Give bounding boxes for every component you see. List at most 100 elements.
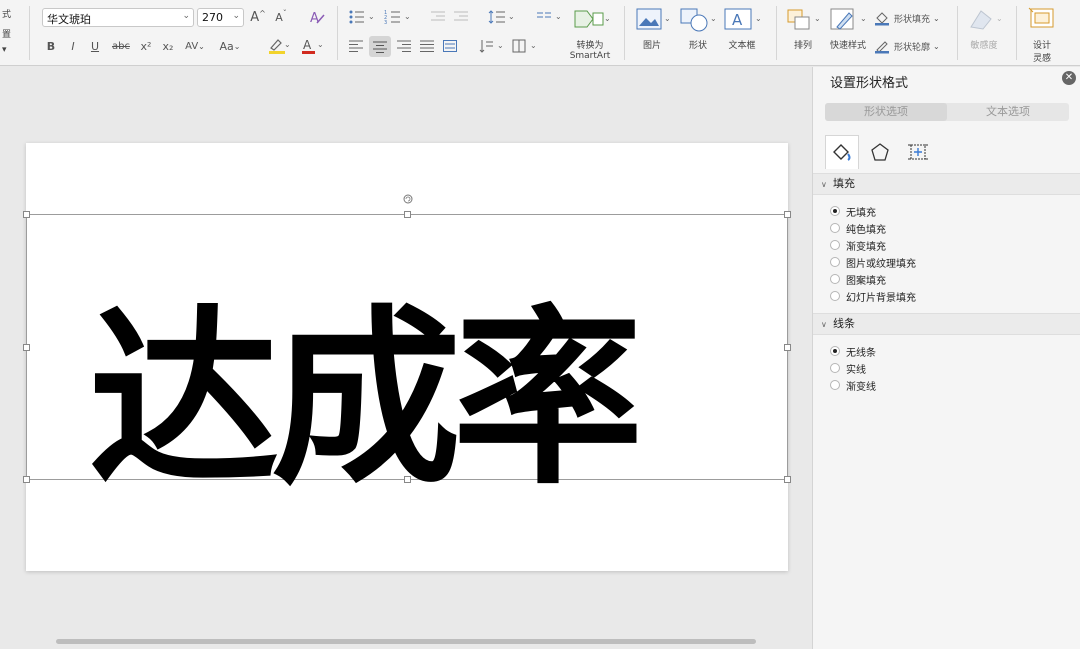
shape-fill-button[interactable]: 形状填充 ⌄ (874, 9, 948, 27)
font-color-button[interactable]: A ⌄ (298, 36, 326, 56)
character-spacing-label: AV (185, 40, 199, 52)
smartart-label[interactable]: 转换为 SmartArt (562, 38, 618, 61)
text-direction-button[interactable]: ⌄ (478, 37, 508, 55)
font-name-dropdown[interactable]: 华文琥珀 ⌄ (42, 8, 194, 27)
font-size-value: 270 (202, 11, 223, 24)
tab-shape-options[interactable]: 形状选项 (825, 103, 947, 121)
highlight-color-button[interactable]: ⌄ (263, 36, 293, 56)
resize-handle-bottom-left[interactable] (23, 476, 30, 483)
fill-line-tab-icon[interactable] (825, 135, 859, 169)
line-option-gradient[interactable]: 渐变线 (830, 377, 876, 393)
radio-button[interactable] (830, 291, 840, 301)
sensitivity-label[interactable]: 敏感度 (966, 38, 1002, 51)
resize-handle-top[interactable] (404, 211, 411, 218)
ribbon-cut-label-3[interactable]: ▾ (2, 45, 7, 55)
bold-button[interactable]: B (44, 38, 58, 54)
line-option-none[interactable]: 无线条 (830, 343, 876, 359)
radio-button[interactable] (830, 240, 840, 250)
line-spacing-button[interactable]: ⌄ (486, 8, 518, 26)
svg-text:A: A (303, 38, 312, 52)
fill-option-background[interactable]: 幻灯片背景填充 (830, 288, 916, 304)
sensitivity-icon[interactable]: ⌄ (966, 6, 1006, 34)
ribbon-cut-label-2[interactable]: 置 (2, 27, 11, 40)
font-size-dropdown[interactable]: 270 ⌄ (197, 8, 244, 27)
fill-option-pattern[interactable]: 图案填充 (830, 271, 886, 287)
radio-button[interactable] (830, 363, 840, 373)
radio-button[interactable] (830, 206, 840, 216)
svg-text:⌄: ⌄ (604, 14, 609, 23)
numbering-button[interactable]: 1 2 3 ⌄ (383, 8, 413, 26)
justify-icon[interactable] (418, 37, 436, 55)
svg-text:⌄: ⌄ (814, 14, 821, 23)
ribbon-cut-label-1[interactable]: 式 (2, 7, 11, 20)
picture-icon[interactable]: ⌄ (634, 6, 674, 34)
slide-title-text[interactable]: 达成率 (89, 305, 643, 495)
svg-text:⌄: ⌄ (860, 14, 867, 23)
shape-icon[interactable]: ⌄ (678, 6, 718, 34)
columns-button[interactable]: ⌄ (533, 8, 565, 26)
quick-style-label[interactable]: 快速样式 (826, 38, 870, 51)
superscript-button[interactable]: x² (138, 38, 154, 54)
radio-button[interactable] (830, 257, 840, 267)
resize-handle-bottom-right[interactable] (784, 476, 791, 483)
radio-button[interactable] (830, 346, 840, 356)
close-icon[interactable]: ✕ (1062, 71, 1076, 85)
distributed-icon[interactable] (441, 37, 459, 55)
radio-button[interactable] (830, 380, 840, 390)
align-center-icon[interactable] (369, 36, 391, 57)
svg-text:⌄: ⌄ (284, 40, 289, 49)
fill-option-none[interactable]: 无填充 (830, 203, 876, 219)
slide[interactable]: 达成率 (23, 143, 791, 571)
italic-button[interactable]: I (66, 38, 80, 54)
align-right-icon[interactable] (395, 37, 413, 55)
fill-section-header[interactable]: ∨ 填充 (813, 173, 1080, 195)
bullets-button[interactable]: ⌄ (347, 8, 377, 26)
arrange-icon[interactable]: ⌄ (784, 6, 824, 34)
resize-handle-right[interactable] (784, 344, 791, 351)
radio-button[interactable] (830, 274, 840, 284)
shape-outline-button[interactable]: 形状轮廓 ⌄ (874, 37, 948, 55)
fill-option-solid[interactable]: 纯色填充 (830, 220, 886, 236)
fill-option-picture[interactable]: 图片或纹理填充 (830, 254, 916, 270)
chevron-down-icon: ⌄ (232, 11, 240, 21)
clear-format-icon[interactable]: A (307, 8, 327, 26)
resize-handle-top-right[interactable] (784, 211, 791, 218)
fill-section-label: 填充 (833, 177, 855, 190)
resize-handle-left[interactable] (23, 344, 30, 351)
decrease-indent-icon[interactable] (428, 8, 448, 26)
shape-label[interactable]: 形状 (682, 38, 714, 51)
svg-text:⌄: ⌄ (664, 14, 671, 23)
horizontal-scrollbar[interactable] (56, 639, 756, 644)
design-ideas-label[interactable]: 设计 灵感 (1026, 38, 1058, 64)
quick-style-icon[interactable]: ⌄ (828, 6, 870, 34)
effects-tab-icon[interactable] (863, 135, 897, 169)
shrink-font-icon[interactable]: Aˇ (272, 8, 290, 26)
strikethrough-button[interactable]: abc (110, 38, 132, 54)
textbox-label[interactable]: 文本框 (724, 38, 760, 51)
increase-indent-icon[interactable] (451, 8, 471, 26)
rotate-handle-icon[interactable] (403, 189, 413, 204)
smartart-label-line1: 转换为 (576, 41, 604, 51)
size-properties-tab-icon[interactable] (901, 135, 935, 169)
grow-font-icon[interactable]: A ^ (249, 8, 267, 26)
arrange-label[interactable]: 排列 (787, 38, 819, 51)
text-box-selection[interactable]: 达成率 (23, 194, 791, 495)
tab-text-options[interactable]: 文本选项 (947, 103, 1069, 121)
fill-option-gradient[interactable]: 渐变填充 (830, 237, 886, 253)
slide-canvas-area[interactable]: 达成率 (0, 67, 812, 649)
line-option-solid[interactable]: 实线 (830, 360, 866, 376)
align-text-button[interactable]: ⌄ (511, 37, 541, 55)
character-spacing-button[interactable]: AV ⌄ (182, 38, 208, 54)
radio-button[interactable] (830, 223, 840, 233)
underline-button[interactable]: U (88, 38, 102, 54)
align-left-icon[interactable] (347, 37, 365, 55)
resize-handle-top-left[interactable] (23, 211, 30, 218)
line-section-header[interactable]: ∨ 线条 (813, 313, 1080, 335)
subscript-button[interactable]: x₂ (160, 38, 176, 54)
smartart-icon[interactable]: ⌄ (572, 6, 610, 32)
textbox-icon[interactable]: A ⌄ (722, 6, 764, 34)
change-case-button[interactable]: Aa ⌄ (216, 38, 244, 54)
design-ideas-icon[interactable] (1026, 5, 1058, 33)
picture-label[interactable]: 图片 (636, 38, 668, 51)
svg-text:A: A (732, 11, 743, 29)
